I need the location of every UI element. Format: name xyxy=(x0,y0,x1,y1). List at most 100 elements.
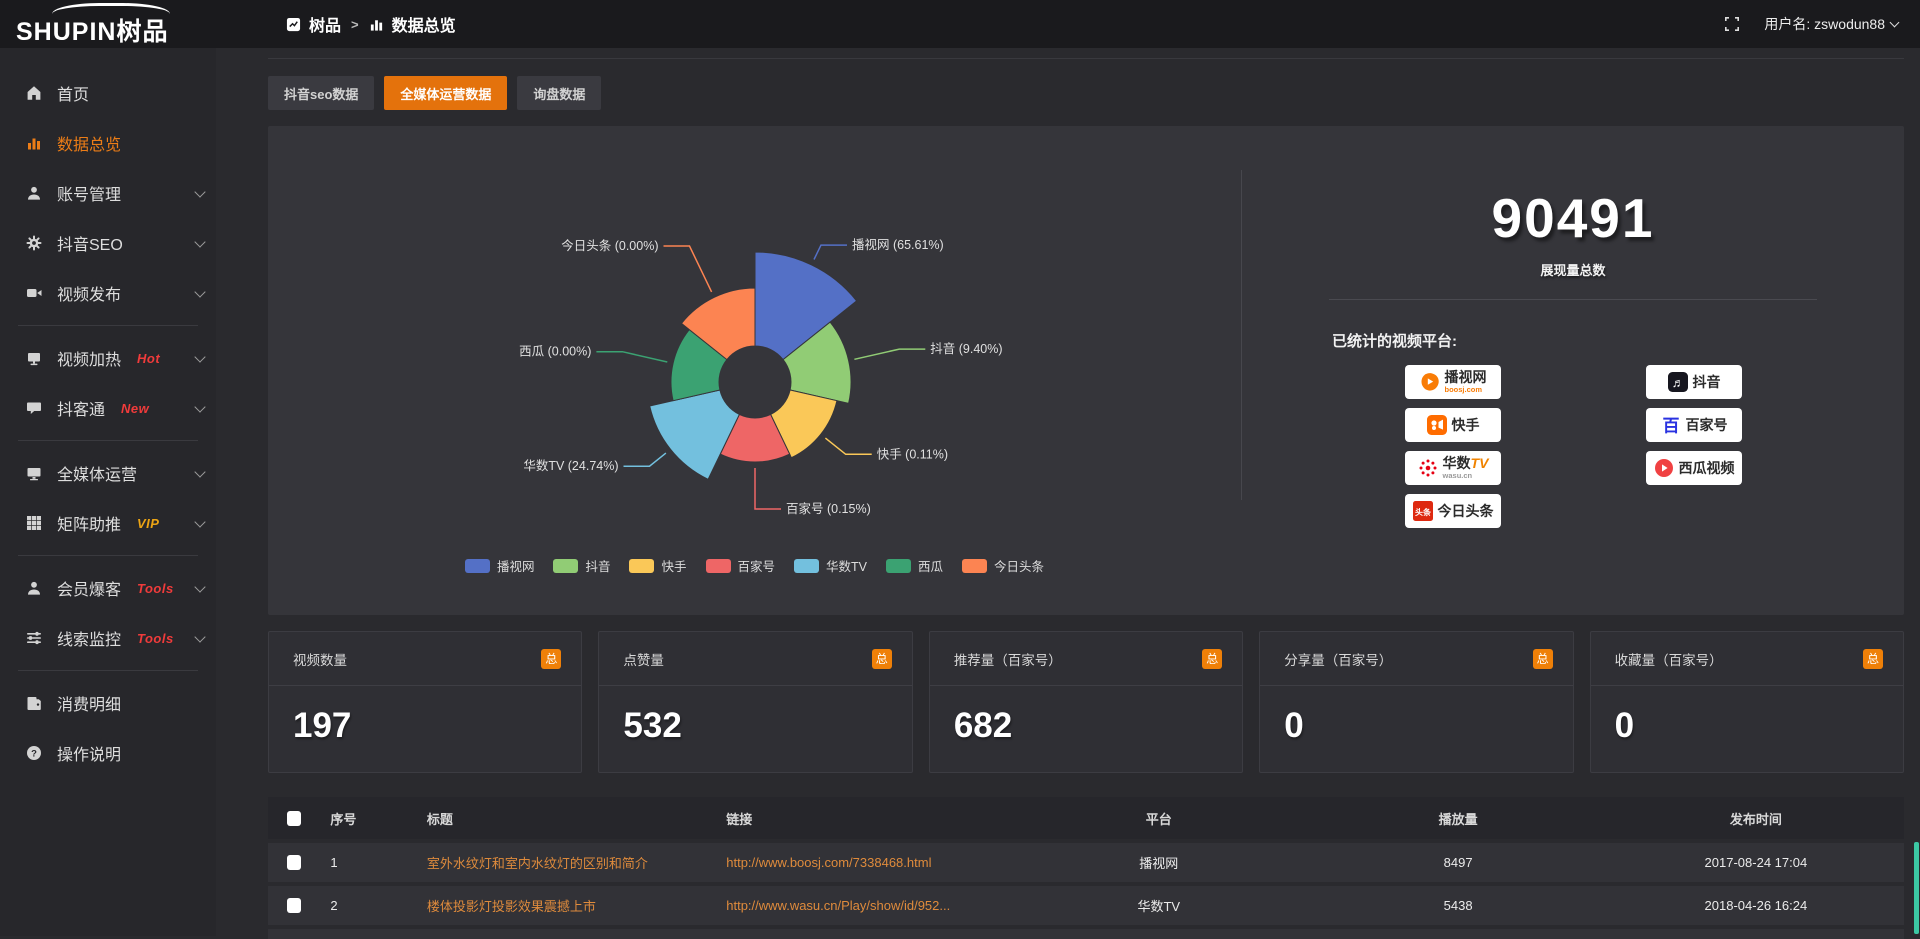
legend-item-抖音[interactable]: 抖音 xyxy=(553,556,610,575)
legend-item-播视网[interactable]: 播视网 xyxy=(465,556,535,575)
col-header-platform: 平台 xyxy=(1009,809,1308,828)
summary-divider xyxy=(1329,299,1817,300)
sidebar-menu: 首页数据总览账号管理抖音SEO 视频发布视频加热Hot抖客通New 全媒体运营矩阵助… xyxy=(0,68,216,778)
cell-index: 2 xyxy=(320,898,417,913)
row-checkbox[interactable] xyxy=(287,855,301,870)
sidebar-divider xyxy=(18,440,198,441)
pie-label: 今日头条 (0.00%) xyxy=(561,238,658,253)
sidebar-item-9[interactable]: 会员爆客 Tools xyxy=(0,563,216,613)
chevron-down-icon xyxy=(194,466,205,477)
select-all-checkbox[interactable] xyxy=(287,811,301,826)
legend-label: 百家号 xyxy=(738,556,776,575)
legend-item-百家号[interactable]: 百家号 xyxy=(706,556,776,575)
total-badge: 总 xyxy=(1863,649,1883,669)
legend-item-快手[interactable]: 快手 xyxy=(629,556,686,575)
sidebar-item-label: 全媒体运营 xyxy=(57,461,137,485)
pie-slice-华数TV[interactable] xyxy=(650,390,740,479)
question-circle-icon: ? xyxy=(26,745,42,761)
tab-2[interactable]: 询盘数据 xyxy=(517,76,601,110)
main-content: 抖音seo数据全媒体运营数据询盘数据 播视网 (65.61%)抖音 (9.40%… xyxy=(216,48,1920,936)
stat-card-header: 分享量（百家号）总 xyxy=(1260,632,1572,686)
platform-subtext: boosj.com xyxy=(1445,386,1483,394)
chevron-down-icon xyxy=(194,631,205,642)
legend-swatch xyxy=(553,559,578,573)
sidebar-item-label: 视频发布 xyxy=(57,281,121,305)
breadcrumb-current[interactable]: 数据总览 xyxy=(392,12,456,36)
cell-url-link[interactable]: http://www.boosj.com/7338468.html xyxy=(716,855,1009,870)
tab-1[interactable]: 全媒体运营数据 xyxy=(384,76,507,110)
sidebar-item-2[interactable]: 账号管理 xyxy=(0,168,216,218)
sidebar-item-10[interactable]: 线索监控Tools xyxy=(0,613,216,663)
legend-label: 今日头条 xyxy=(994,556,1044,575)
breadcrumb-current-icon xyxy=(369,17,384,32)
chevron-down-icon xyxy=(194,581,205,592)
breadcrumb-root[interactable]: 树品 xyxy=(309,12,341,36)
scrollbar-thumb[interactable] xyxy=(1914,842,1919,934)
table-row-2: 2楼体投影灯投影效果震撼上市http://www.wasu.cn/Play/sh… xyxy=(268,886,1904,925)
stat-card-4: 收藏量（百家号）总0 xyxy=(1590,631,1904,773)
sidebar-item-5[interactable]: 视频加热Hot xyxy=(0,333,216,383)
legend-item-今日头条[interactable]: 今日头条 xyxy=(962,556,1044,575)
stat-card-label: 收藏量（百家号） xyxy=(1615,649,1723,669)
platform-badge-华数: 华数TVwasu.cn xyxy=(1405,451,1501,485)
tab-0[interactable]: 抖音seo数据 xyxy=(268,76,374,110)
col-header-time: 发布时间 xyxy=(1608,809,1904,828)
sidebar-item-badge: Hot xyxy=(137,351,160,366)
platform-badge-今日头条: 头条今日头条 xyxy=(1405,494,1501,528)
sidebar-item-label: 账号管理 xyxy=(57,181,121,205)
stat-card-3: 分享量（百家号）总0 xyxy=(1259,631,1573,773)
pie-label: 抖音 (9.40%) xyxy=(930,341,1002,356)
stat-card-value: 0 xyxy=(1260,686,1572,746)
screen-icon xyxy=(26,350,42,366)
username-label: 用户名: zswodun88 xyxy=(1764,14,1885,34)
sidebar-item-badge: Tools xyxy=(137,581,174,596)
chevron-down-icon xyxy=(194,351,205,362)
pie-label-line xyxy=(624,453,666,466)
total-badge: 总 xyxy=(541,649,561,669)
stat-card-header: 视频数量总 xyxy=(269,632,581,686)
cell-index: 1 xyxy=(320,855,417,870)
legend-swatch xyxy=(962,559,987,573)
platform-badge-西瓜视频: 西瓜视频 xyxy=(1646,451,1742,485)
sidebar-item-11[interactable]: 消费明细 xyxy=(0,678,216,728)
legend-item-西瓜[interactable]: 西瓜 xyxy=(886,556,943,575)
pie-label: 华数TV (24.74%) xyxy=(523,458,618,473)
user-dropdown[interactable]: 用户名: zswodun88 xyxy=(1764,14,1898,34)
svg-text:头条: 头条 xyxy=(1415,507,1432,517)
rose-chart-area: 播视网 (65.61%)抖音 (9.40%)快手 (0.11%)百家号 (0.1… xyxy=(268,126,1241,615)
stat-card-2: 推荐量（百家号）总682 xyxy=(929,631,1243,773)
sidebar-item-8[interactable]: 矩阵助推VIP xyxy=(0,498,216,548)
sidebar-item-6[interactable]: 抖客通New xyxy=(0,383,216,433)
pie-label: 百家号 (0.15%) xyxy=(786,501,871,516)
row-checkbox[interactable] xyxy=(287,898,301,913)
legend-label: 播视网 xyxy=(497,556,535,575)
monitor-icon xyxy=(26,465,42,481)
breadcrumb: 树品 > 数据总览 xyxy=(286,12,456,36)
cell-url-link[interactable]: http://www.wasu.cn/Play/show/id/952... xyxy=(716,898,1009,913)
breadcrumb-separator: > xyxy=(351,17,359,32)
breadcrumb-root-icon xyxy=(286,17,301,32)
cell-title-link[interactable]: 楼体投影灯投影效果震撼上市 xyxy=(417,896,716,915)
legend-swatch xyxy=(706,559,731,573)
sidebar-item-label: 会员爆客 xyxy=(57,576,121,600)
sliders-icon xyxy=(26,630,42,646)
user-icon xyxy=(26,580,42,596)
legend-swatch xyxy=(629,559,654,573)
fullscreen-icon[interactable] xyxy=(1724,16,1740,32)
sidebar-item-12[interactable]: ?操作说明 xyxy=(0,728,216,778)
sidebar-item-4[interactable]: 视频发布 xyxy=(0,268,216,318)
stat-card-value: 532 xyxy=(599,686,911,746)
sidebar-item-7[interactable]: 全媒体运营 xyxy=(0,448,216,498)
cell-platform: 华数TV xyxy=(1009,896,1308,915)
platform-name: 抖音 xyxy=(1693,372,1721,392)
legend-item-华数TV[interactable]: 华数TV xyxy=(794,556,867,575)
sidebar-item-3[interactable]: 抖音SEO xyxy=(0,218,216,268)
cell-title-link[interactable]: 室外水纹灯和室内水纹灯的区别和简介 xyxy=(417,853,716,872)
sidebar-item-badge: Tools xyxy=(137,631,174,646)
stat-cards: 视频数量总197点赞量总532推荐量（百家号）总682分享量（百家号）总0收藏量… xyxy=(268,631,1904,773)
chevron-down-icon xyxy=(1890,17,1900,27)
sidebar-item-0[interactable]: 首页 xyxy=(0,68,216,118)
total-badge: 总 xyxy=(872,649,892,669)
sidebar-item-label: 首页 xyxy=(57,81,89,105)
sidebar-item-1[interactable]: 数据总览 xyxy=(0,118,216,168)
